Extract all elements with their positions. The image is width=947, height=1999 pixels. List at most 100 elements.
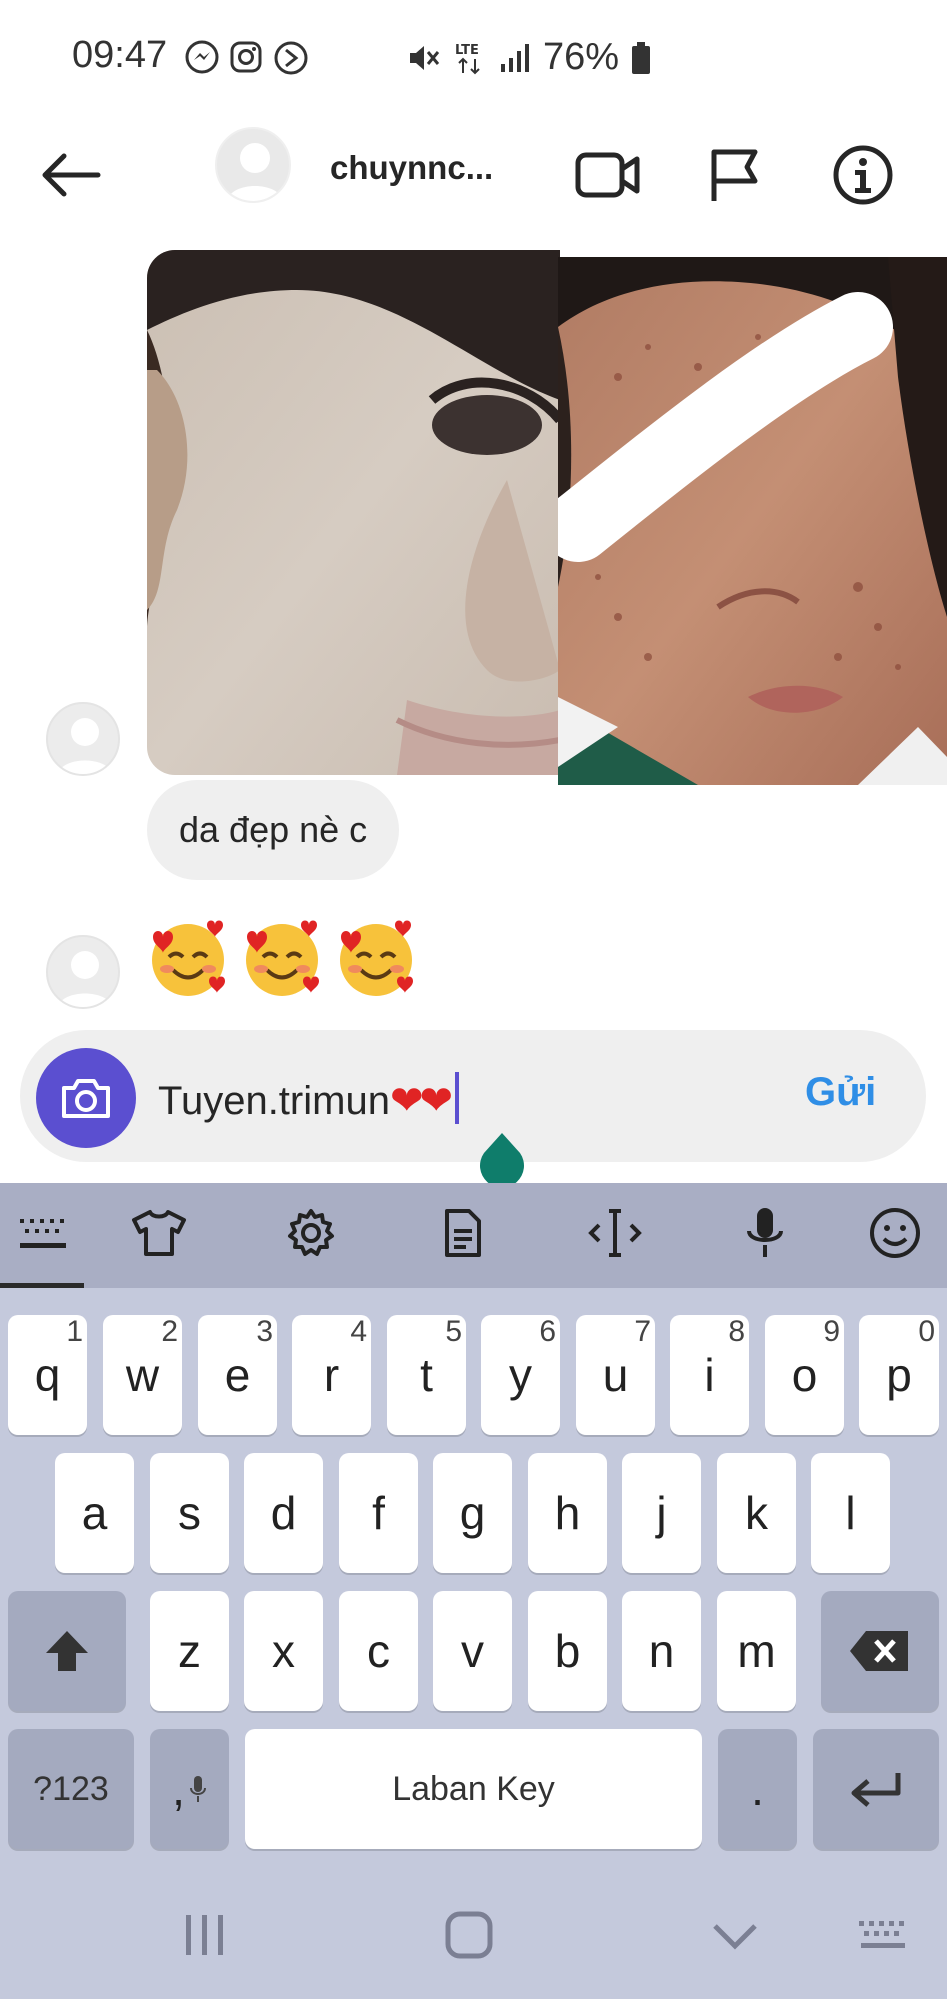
video-camera-icon (575, 152, 640, 198)
key-o[interactable]: o9 (765, 1315, 844, 1435)
sender-avatar[interactable] (46, 702, 120, 776)
keyboard-layout-button[interactable] (10, 1200, 76, 1266)
sync-icon (274, 41, 308, 75)
video-call-button[interactable] (570, 137, 646, 213)
key-v[interactable]: v (433, 1591, 512, 1711)
recent-apps-icon (186, 1915, 223, 1955)
key-p[interactable]: p0 (859, 1315, 939, 1435)
key-j[interactable]: j (622, 1453, 701, 1573)
recent-apps-button[interactable] (170, 1900, 240, 1970)
key-i[interactable]: i8 (670, 1315, 749, 1435)
symbols-key[interactable]: ?123 (8, 1729, 134, 1849)
key-l[interactable]: l (811, 1453, 890, 1573)
send-button[interactable]: Gửi (805, 1070, 876, 1115)
contact-avatar[interactable] (215, 127, 291, 203)
enter-arrow-icon (851, 1773, 901, 1807)
text-cursor (454, 1072, 459, 1124)
emoji-keyboard-button[interactable] (862, 1200, 928, 1266)
face-photo-clear-skin (147, 250, 560, 775)
key-n[interactable]: n (622, 1591, 701, 1711)
smiling-face-with-hearts-icon (340, 920, 413, 996)
keyboard-settings-button[interactable] (278, 1200, 344, 1266)
key-hint: 5 (445, 1315, 462, 1348)
message-thread[interactable]: da đẹp nè c (0, 235, 947, 1025)
key-k[interactable]: k (717, 1453, 796, 1573)
message-input-text: Tuyen.trimun (158, 1079, 390, 1123)
document-icon (445, 1209, 481, 1257)
info-button[interactable] (825, 137, 901, 213)
keyboard-switch-button[interactable] (848, 1900, 918, 1970)
text-message-bubble[interactable]: da đẹp nè c (147, 780, 400, 880)
comma-label: , (172, 1763, 185, 1815)
message-input[interactable]: Tuyen.trimun❤❤ (158, 1072, 459, 1124)
key-hint: 0 (918, 1315, 935, 1348)
key-d[interactable]: d (244, 1453, 323, 1573)
voice-input-button[interactable] (732, 1200, 798, 1266)
key-label: p (886, 1349, 912, 1401)
emoji-message[interactable] (145, 915, 419, 1001)
status-time: 09:47 (72, 34, 168, 76)
key-g[interactable]: g (433, 1453, 512, 1573)
backspace-key[interactable] (821, 1591, 939, 1711)
key-e[interactable]: e3 (198, 1315, 277, 1435)
arrow-left-icon (42, 153, 101, 197)
microphone-icon (747, 1208, 783, 1257)
key-z[interactable]: z (150, 1591, 229, 1711)
default-avatar-icon (58, 718, 112, 774)
period-key[interactable]: . (718, 1729, 797, 1849)
notification-icons (185, 40, 309, 76)
tshirt-icon (132, 1210, 186, 1256)
key-m[interactable]: m (717, 1591, 796, 1711)
clipboard-button[interactable] (430, 1200, 496, 1266)
key-label: e (224, 1349, 251, 1401)
instagram-icon (230, 41, 262, 73)
shift-arrow-icon (46, 1631, 88, 1671)
message-composer[interactable]: Tuyen.trimun❤❤ Gửi (20, 1030, 926, 1162)
cursor-handle-icon[interactable] (476, 1133, 528, 1185)
photo-message-right[interactable] (558, 257, 947, 785)
key-label: u (602, 1349, 629, 1401)
comma-key[interactable]: , (150, 1729, 229, 1849)
chevron-down-icon (713, 1924, 757, 1950)
keyboard-icon (859, 1921, 905, 1948)
report-button[interactable] (696, 137, 772, 213)
photo-message-left[interactable] (147, 250, 560, 775)
key-y[interactable]: y6 (481, 1315, 560, 1435)
cursor-move-button[interactable] (582, 1200, 648, 1266)
key-h[interactable]: h (528, 1453, 607, 1573)
key-q[interactable]: q1 (8, 1315, 87, 1435)
key-c[interactable]: c (339, 1591, 418, 1711)
key-hint: 4 (350, 1315, 367, 1348)
smiling-face-with-hearts-icon (246, 920, 319, 996)
camera-icon (62, 1079, 110, 1118)
home-button[interactable] (434, 1900, 504, 1970)
active-tab-indicator (0, 1283, 84, 1288)
key-s[interactable]: s (150, 1453, 229, 1573)
chat-header: chuynnc... (0, 115, 947, 235)
hide-keyboard-button[interactable] (700, 1900, 770, 1970)
smiley-icon (870, 1208, 920, 1258)
space-key[interactable]: Laban Key (245, 1729, 702, 1849)
key-x[interactable]: x (244, 1591, 323, 1711)
key-label: w (125, 1349, 160, 1401)
key-f[interactable]: f (339, 1453, 418, 1573)
key-r[interactable]: r4 (292, 1315, 371, 1435)
key-t[interactable]: t5 (387, 1315, 466, 1435)
status-bar: 09:47 LTE 76% (0, 0, 947, 115)
key-hint: 7 (634, 1315, 651, 1348)
contact-username[interactable]: chuynnc... (330, 149, 493, 187)
key-a[interactable]: a (55, 1453, 134, 1573)
key-w[interactable]: w2 (103, 1315, 182, 1435)
sender-avatar[interactable] (46, 935, 120, 1009)
key-b[interactable]: b (528, 1591, 607, 1711)
backspace-icon (850, 1631, 908, 1671)
key-label: y (509, 1349, 532, 1401)
camera-button[interactable] (36, 1048, 136, 1148)
theme-button[interactable] (126, 1200, 192, 1266)
svg-text:LTE: LTE (455, 43, 479, 58)
key-label: q (34, 1349, 61, 1401)
enter-key[interactable] (813, 1729, 939, 1849)
back-button[interactable] (36, 140, 106, 210)
shift-key[interactable] (8, 1591, 126, 1711)
key-u[interactable]: u7 (576, 1315, 655, 1435)
